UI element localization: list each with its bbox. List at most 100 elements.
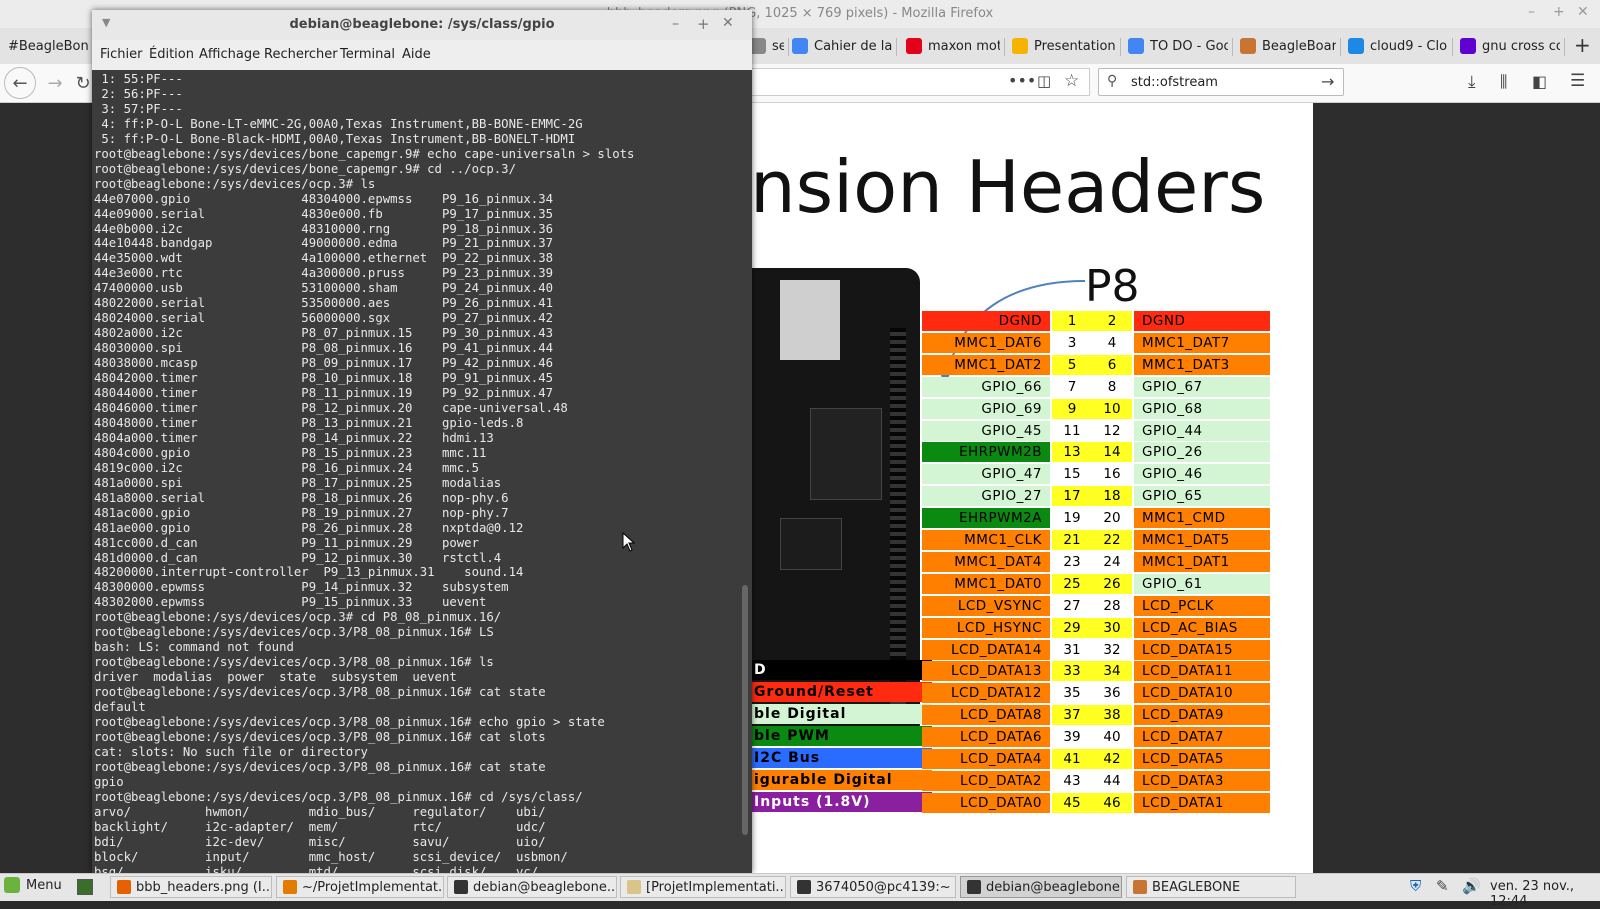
terminal-line: gpio <box>94 774 124 789</box>
pin-left-number: 5 <box>1052 355 1092 375</box>
terminal-line: driver modalias power state subsystem ue… <box>94 670 457 685</box>
menu-aide[interactable]: Aide <box>402 47 431 62</box>
taskbar-item[interactable]: BEAGLEBONE <box>1126 876 1296 898</box>
start-menu-button[interactable]: Menu <box>4 877 62 893</box>
taskbar-item[interactable]: debian@beaglebone... <box>960 876 1122 898</box>
tab-1[interactable]: se <box>750 32 784 60</box>
pin-right-number: 10 <box>1092 399 1132 419</box>
close-icon[interactable]: ✕ <box>1577 4 1589 20</box>
search-go-icon[interactable]: → <box>1321 72 1334 91</box>
taskbar-item[interactable]: ~/ProjetImplementat... <box>276 876 444 898</box>
maximize-icon[interactable]: + <box>697 15 710 33</box>
pin-right-label: LCD_DATA7 <box>1134 727 1270 747</box>
terminal-line: 4802a000.i2c P8_07_pinmux.15 P9_30_pinmu… <box>94 326 554 341</box>
menu-affichage[interactable]: Affichage <box>199 47 260 62</box>
downloads-icon[interactable]: ⤓ <box>1468 72 1476 92</box>
menu-edition[interactable]: Édition <box>149 47 194 62</box>
maxon-icon <box>906 38 922 54</box>
search-bar[interactable]: ⚲ std::ofstream → <box>1098 68 1344 96</box>
tab-separator <box>1564 38 1565 56</box>
terminal-line: root@beaglebone:/sys/devices/ocp.3# cd P… <box>94 610 502 625</box>
beagle-icon <box>1240 38 1256 54</box>
close-icon[interactable]: ✕ <box>722 15 734 31</box>
terminal-line: 44e09000.serial 4830e000.fb P9_17_pinmux… <box>94 206 554 221</box>
show-desktop-icon[interactable] <box>77 879 93 895</box>
pin-left-number: 41 <box>1052 749 1092 769</box>
menu-fichier[interactable]: Fichier <box>100 47 143 62</box>
pin-right-number: 44 <box>1092 771 1132 791</box>
terminal-line: 48038000.mcasp P8_09_pinmux.17 P9_42_pin… <box>94 356 554 371</box>
terminal-line: 48302000.epwmss P9_15_pinmux.33 uevent <box>94 595 487 610</box>
tab-0[interactable]: #BeagleBone <box>8 32 88 60</box>
clock[interactable]: ven. 23 nov., 12:44 <box>1490 879 1600 909</box>
tab-label: #BeagleBone <box>8 38 88 54</box>
tab-5[interactable]: TO DO - Goo <box>1128 32 1228 60</box>
tab-6[interactable]: BeagleBoard <box>1240 32 1336 60</box>
pin-right-label: LCD_AC_BIAS <box>1134 618 1270 638</box>
taskbar-item[interactable]: 3674050@pc4139:~ <box>790 876 956 898</box>
scrollbar-thumb[interactable] <box>742 585 748 835</box>
taskbar-item[interactable]: [ProjetImplementati... <box>620 876 786 898</box>
processor-chip <box>810 408 882 500</box>
terminal-line: 2: 56:PF--- <box>94 86 183 101</box>
back-button[interactable]: ← <box>4 67 36 99</box>
pin-right-number: 18 <box>1092 486 1132 506</box>
pin-right-label: GPIO_46 <box>1134 464 1270 484</box>
bookmark-star-icon[interactable]: ☆ <box>1064 71 1079 91</box>
new-tab-button[interactable]: + <box>1574 33 1591 57</box>
pin-right-label: LCD_DATA5 <box>1134 749 1270 769</box>
tab-separator <box>1340 38 1341 56</box>
taskbar-item-label: bbb_headers.png (I... <box>136 879 272 895</box>
mouse-cursor-icon <box>622 532 636 552</box>
terminal-icon <box>797 880 811 894</box>
search-input[interactable]: std::ofstream <box>1131 75 1218 90</box>
network-icon[interactable]: ✎ <box>1436 877 1449 895</box>
hamburger-menu-icon[interactable]: ☰ <box>1570 71 1585 91</box>
terminal-scrollbar[interactable] <box>738 70 752 873</box>
taskbar-item[interactable]: bbb_headers.png (I... <box>110 876 272 898</box>
pin-right-number: 40 <box>1092 727 1132 747</box>
terminal-line: 48030000.spi P8_08_pinmux.16 P9_41_pinmu… <box>94 341 554 356</box>
page-actions-icon[interactable]: ••• <box>1008 71 1036 90</box>
pin-right-label: LCD_DATA3 <box>1134 771 1270 791</box>
maximize-icon[interactable]: + <box>1553 4 1565 20</box>
minimize-icon[interactable]: – <box>1528 4 1535 20</box>
minimize-icon[interactable]: – <box>672 16 679 32</box>
terminal-line: 1: 55:PF--- <box>94 72 183 86</box>
pin-right-label: LCD_DATA1 <box>1134 793 1270 813</box>
terminal-line: block/ input/ mmc_host/ scsi_device/ usb… <box>94 849 568 864</box>
pin-right-number: 46 <box>1092 793 1132 813</box>
shield-icon[interactable]: ⛨ <box>1410 877 1421 895</box>
page-icon <box>750 38 766 54</box>
pin-left-number: 37 <box>1052 705 1092 725</box>
menu-terminal[interactable]: Terminal <box>340 47 395 62</box>
tab-4[interactable]: Presentation <box>1012 32 1116 60</box>
tab-separator <box>788 38 789 56</box>
editor-icon <box>283 880 297 894</box>
menu-rechercher[interactable]: Rechercher <box>264 47 338 62</box>
tab-2[interactable]: Cahier de lai <box>792 32 892 60</box>
volume-icon[interactable]: 🔊 <box>1462 877 1481 895</box>
url-bar[interactable]: ••• ◫ ☆ <box>740 68 1090 96</box>
tab-7[interactable]: cloud9 - Clo <box>1348 32 1448 60</box>
terminal-output[interactable]: 1: 55:PF--- 2: 56:PF--- 3: 57:PF--- 4: f… <box>92 70 738 873</box>
pin-right-label: MMC1_DAT5 <box>1134 530 1270 550</box>
pocket-icon[interactable]: ◫ <box>1037 72 1051 90</box>
slides-icon <box>1012 38 1028 54</box>
pin-left-label: LCD_DATA0 <box>922 793 1050 813</box>
tab-8[interactable]: gnu cross co <box>1460 32 1560 60</box>
pin-left-number: 33 <box>1052 661 1092 681</box>
terminal-line: 4819c000.i2c P8_16_pinmux.24 mmc.5 <box>94 460 479 475</box>
tab-label: maxon moto <box>928 38 1000 54</box>
pin-left-label: MMC1_CLK <box>922 530 1050 550</box>
taskbar-item-label: [ProjetImplementati... <box>646 879 786 895</box>
terminal-line: root@beaglebone:/sys/devices/ocp.3/P8_08… <box>94 685 546 700</box>
terminal-line: 48022000.serial 53500000.aes P9_26_pinmu… <box>94 296 554 311</box>
forward-button[interactable]: → <box>40 69 70 97</box>
tab-3[interactable]: maxon moto <box>906 32 1000 60</box>
slide-title: nsion Headers <box>750 145 1266 229</box>
sidebar-icon[interactable]: ◧ <box>1532 72 1547 91</box>
pin-right-number: 30 <box>1092 618 1132 638</box>
taskbar-item[interactable]: debian@beaglebone... <box>447 876 617 898</box>
library-icon[interactable]: ⫼ <box>1500 72 1507 92</box>
